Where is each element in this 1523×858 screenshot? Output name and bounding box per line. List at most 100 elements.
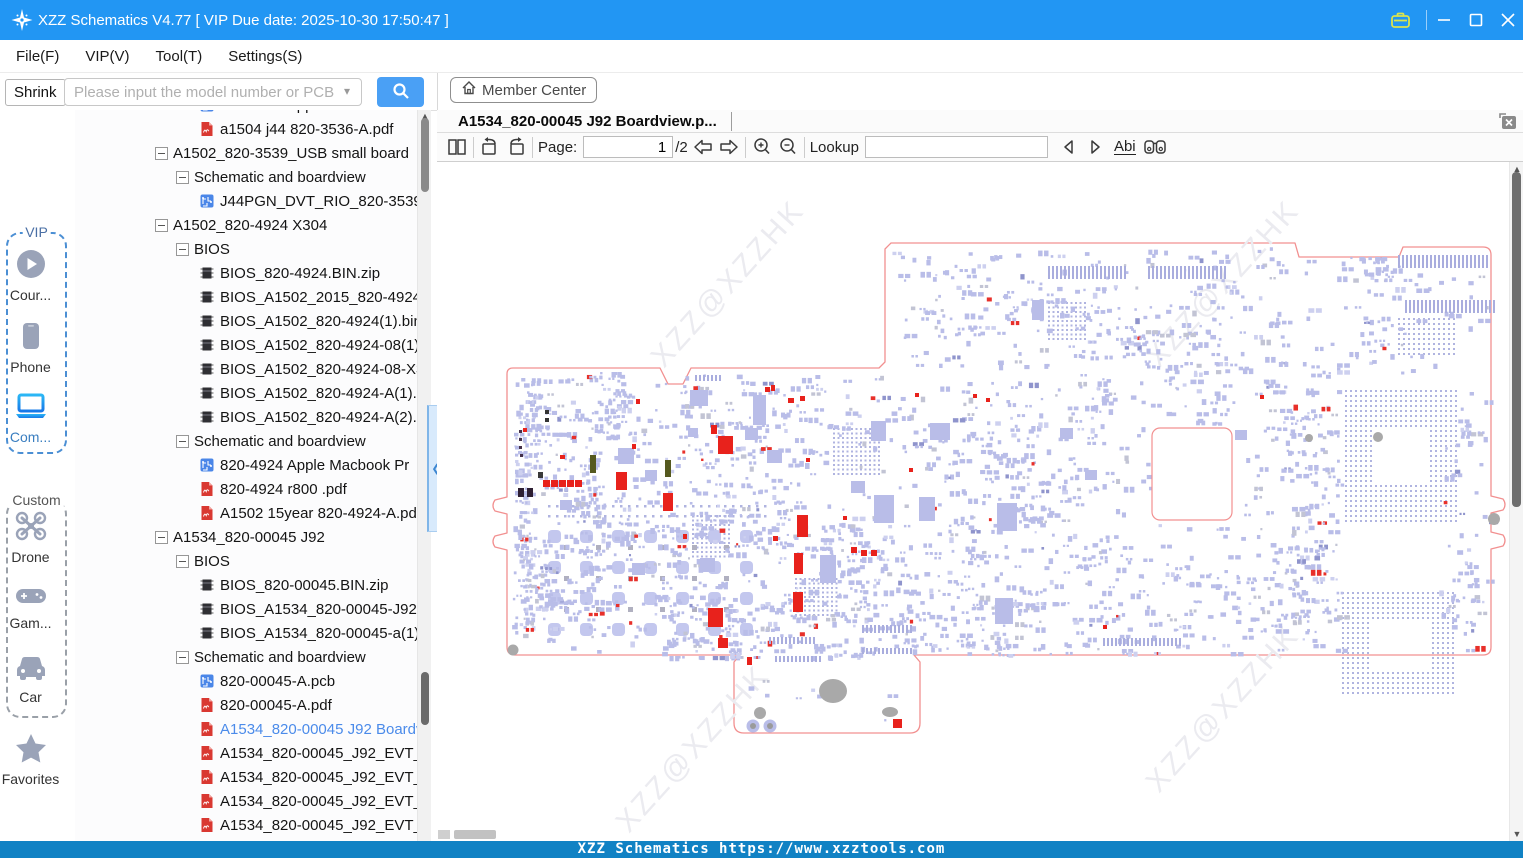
highlighted-component[interactable] [575, 480, 582, 487]
search-button[interactable] [377, 77, 424, 107]
menu-tool[interactable]: Tool(T) [156, 48, 203, 65]
highlighted-component[interactable] [893, 719, 902, 728]
highlighted-component[interactable] [559, 480, 566, 487]
tree-item[interactable]: J44PGN_DVT_RIO_820-3539_ [75, 189, 417, 213]
briefcase-icon[interactable] [1385, 0, 1415, 40]
tree-group[interactable]: A1534_820-00045 J92 [75, 525, 417, 549]
highlighted-component[interactable] [567, 480, 574, 487]
previous-page-icon[interactable] [690, 135, 716, 159]
page-number-input[interactable] [583, 136, 674, 158]
scroll-left-button[interactable] [438, 830, 450, 839]
tree-group[interactable]: BIOS [75, 549, 417, 573]
viewer-scrollbar-thumb[interactable] [1512, 172, 1521, 507]
tree-item[interactable]: BIOS_820-00045.BIN.zip [75, 573, 417, 597]
highlighted-component[interactable] [543, 480, 550, 487]
match-case-button[interactable]: Abi [1113, 139, 1136, 155]
two-page-view-icon[interactable] [444, 135, 470, 159]
rotate-left-icon[interactable] [477, 135, 503, 159]
tree-group[interactable]: Schematic and boardview [75, 165, 417, 189]
highlighted-component[interactable] [806, 458, 810, 462]
collapse-toggle-icon[interactable] [176, 434, 189, 448]
highlighted-component[interactable] [718, 436, 733, 454]
highlighted-component[interactable] [747, 657, 752, 665]
member-center-button[interactable]: Member Center [450, 77, 598, 103]
tree-group[interactable]: Schematic and boardview [75, 429, 417, 453]
maximize-button[interactable] [1461, 0, 1491, 40]
shrink-button[interactable]: Shrink [5, 79, 66, 106]
find-previous-icon[interactable] [1056, 135, 1082, 159]
highlighted-component[interactable] [800, 396, 805, 401]
highlighted-component[interactable] [871, 550, 877, 556]
highlighted-component[interactable] [843, 516, 847, 520]
next-page-icon[interactable] [716, 135, 742, 159]
tree-item[interactable]: 820-00045-A.pdf [75, 693, 417, 717]
sidebar-item-courses[interactable]: Cour... [0, 248, 61, 303]
tree-item[interactable]: BIOS_820-4924.BIN.zip [75, 261, 417, 285]
chevron-down-icon[interactable]: ▾ [344, 84, 350, 98]
tree-scrollbar-thumb[interactable] [421, 118, 429, 192]
highlighted-component[interactable] [636, 399, 640, 404]
tree-group[interactable]: A1502_820-3539_USB small board [75, 141, 417, 165]
tab-boardview[interactable]: A1534_820-00045 J92 Boardview.p... [458, 113, 717, 130]
highlighted-component[interactable] [915, 393, 919, 397]
menu-settings[interactable]: Settings(S) [228, 48, 302, 65]
highlighted-component[interactable] [861, 550, 867, 556]
tree-item[interactable]: BIOS_A1534_820-00045-a(1). [75, 621, 417, 645]
close-tab-icon[interactable] [1497, 112, 1517, 130]
tree-item[interactable]: BIOS_A1534_820-00045-J92( [75, 597, 417, 621]
tree-item[interactable]: BIOS_A1502_820-4924(1).bin [75, 309, 417, 333]
board-canvas[interactable]: XZZ@XZZHK XZZ@XZZHK XZZ@XZZHK XZZ@XZZHK [437, 162, 1509, 841]
highlighted-component[interactable] [632, 444, 636, 449]
minimize-button[interactable] [1429, 0, 1459, 40]
highlighted-component[interactable] [523, 428, 527, 432]
sidebar-item-drone[interactable]: Drone [0, 510, 61, 565]
tree-group[interactable]: BIOS [75, 237, 417, 261]
tree-item[interactable]: a1504 j44 820-3536-A.pdf [75, 117, 417, 141]
highlighted-component[interactable] [1260, 395, 1264, 399]
highlighted-component[interactable] [616, 472, 627, 490]
tree-item[interactable]: 820-3536 Apple Macbook [75, 110, 417, 117]
close-button[interactable] [1493, 0, 1523, 40]
highlighted-component[interactable] [771, 385, 775, 391]
highlighted-component[interactable] [986, 398, 990, 402]
viewer-hscrollbar-thumb[interactable] [454, 830, 496, 839]
highlighted-component[interactable] [973, 394, 977, 398]
tree-item[interactable]: A1502 15year 820-4924-A.pd [75, 501, 417, 525]
menu-file[interactable]: File(F) [16, 48, 59, 65]
sidebar-item-computer[interactable]: Com... [0, 392, 61, 445]
find-next-icon[interactable] [1082, 135, 1108, 159]
tree-item[interactable]: A1534_820-00045 J92 Boardv [75, 717, 417, 741]
highlighted-component[interactable] [663, 493, 673, 511]
highlighted-component[interactable] [683, 534, 687, 539]
tree-group[interactable]: A1502_820-4924 X304 [75, 213, 417, 237]
pcb-boardview[interactable]: XZZ@XZZHK XZZ@XZZHKXZZ@XZZHK XZZ@XZZHK [437, 162, 1509, 841]
highlighted-component[interactable] [560, 455, 565, 459]
highlighted-component[interactable] [711, 425, 717, 434]
tree-item[interactable]: A1534_820-00045_J92_EVT_M [75, 765, 417, 789]
tree-item[interactable]: BIOS_A1502_2015_820-4924_ [75, 285, 417, 309]
lookup-input[interactable] [864, 136, 1048, 158]
tree-scrollbar-thumb2[interactable] [421, 672, 429, 725]
tree-item[interactable]: A1534_820-00045_J92_EVT_M [75, 741, 417, 765]
highlighted-component[interactable] [851, 547, 857, 553]
tree-group[interactable]: Schematic and boardview [75, 645, 417, 669]
tree-item[interactable]: A1534_820-00045_J92_EVT_M [75, 813, 417, 837]
tree-item[interactable]: 820-4924 r800 .pdf [75, 477, 417, 501]
highlighted-component[interactable] [909, 468, 913, 472]
tree-item[interactable]: BIOS_A1502_820-4924-A(1).b [75, 381, 417, 405]
sidebar-item-car[interactable]: Car [0, 654, 61, 705]
tree-item[interactable]: BIOS_A1502_820-4924-A(2).E [75, 405, 417, 429]
highlighted-component[interactable] [788, 398, 794, 403]
tree-item[interactable]: 820-00045-A.pcb [75, 669, 417, 693]
rotate-right-icon[interactable] [503, 135, 529, 159]
tree-item[interactable]: A1534_820-00045_J92_EVT_M [75, 789, 417, 813]
zoom-in-icon[interactable] [749, 135, 775, 159]
highlighted-component[interactable] [551, 480, 558, 487]
tree-item[interactable]: BIOS_A1502_820-4924-08(1). [75, 333, 417, 357]
binoculars-icon[interactable] [1142, 135, 1168, 159]
collapse-toggle-icon[interactable] [176, 170, 189, 184]
highlighted-component[interactable] [1103, 625, 1107, 629]
collapse-toggle-icon[interactable] [155, 146, 168, 160]
tree-item[interactable]: BIOS_A1502_820-4924-08-X3 [75, 357, 417, 381]
zoom-out-icon[interactable] [775, 135, 801, 159]
